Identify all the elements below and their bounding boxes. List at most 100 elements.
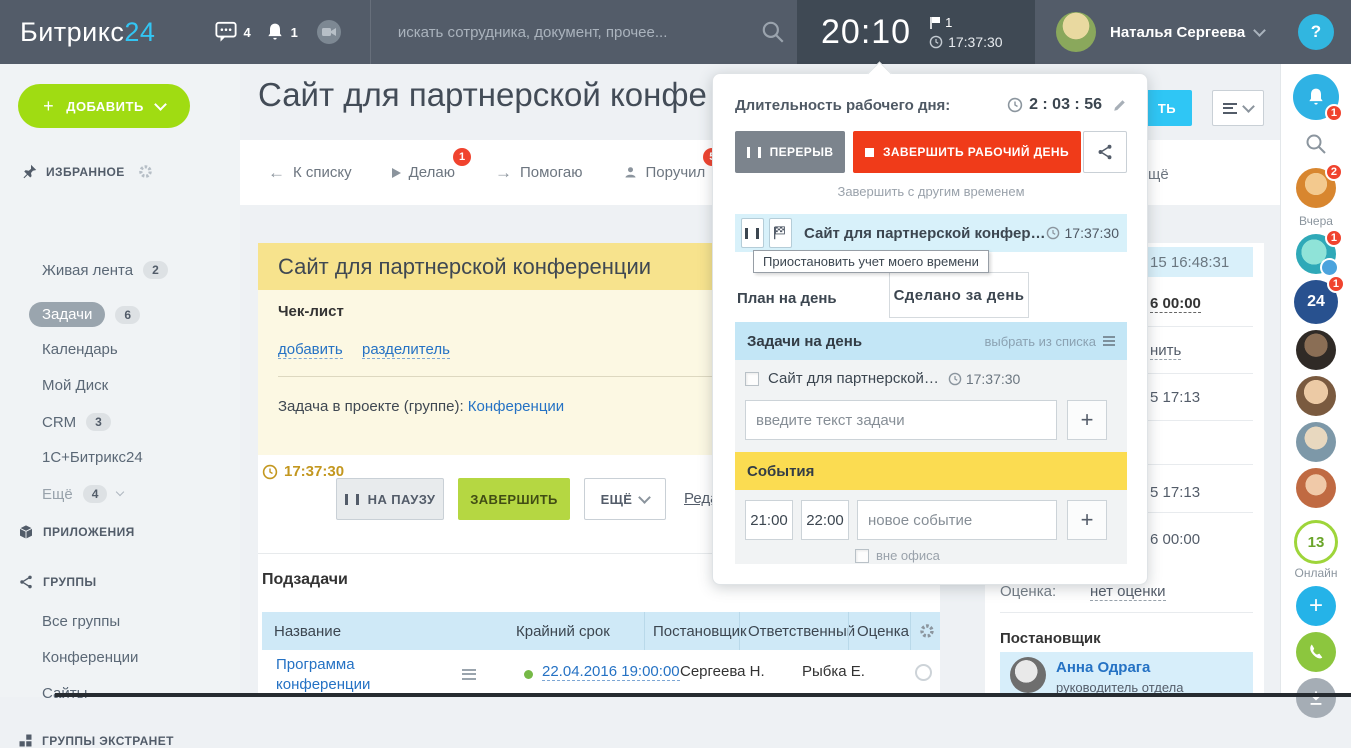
favorites-section-header[interactable]: ИЗБРАННОЕ <box>22 164 153 179</box>
sidebar-item-calendar[interactable]: Календарь <box>42 341 118 358</box>
rail-avatar-3[interactable] <box>1296 330 1336 370</box>
rail-notifications-button[interactable]: 1 <box>1293 74 1339 120</box>
workday-popup: Длительность рабочего дня: 2 : 03 : 56 П… <box>712 73 1148 585</box>
groups-section-header[interactable]: ГРУППЫ <box>18 574 97 590</box>
creator-header: Постановщик <box>1000 630 1101 647</box>
pause-tracking-button[interactable] <box>741 218 764 248</box>
rail-bitrix24-avatar[interactable]: 24 1 <box>1294 280 1338 324</box>
rail-avatar-5[interactable] <box>1296 422 1336 462</box>
day-task-item: Сайт для партнерской… 17:37:30 <box>745 370 1020 387</box>
rail-download-button[interactable] <box>1296 678 1336 718</box>
extranet-section-header[interactable]: ГРУППЫ ЭКСТРАНЕТ <box>18 733 174 748</box>
subtask-name-link[interactable]: Программа конференции <box>276 655 406 695</box>
sidebar-item-live-feed[interactable]: Живая лента2 <box>42 261 168 279</box>
duration-label: Длительность рабочего дня: <box>735 97 950 114</box>
messages-icon[interactable] <box>215 21 237 43</box>
add-day-task-button[interactable]: + <box>1067 400 1107 440</box>
subtask-row[interactable]: Программа конференции 22.04.2016 19:00:0… <box>262 650 940 697</box>
sidebar-item-tasks[interactable]: Задачи6 <box>42 302 140 327</box>
notifications-bell-icon[interactable] <box>265 21 285 43</box>
checklist-add-link[interactable]: добавить <box>278 341 343 359</box>
sidebar-item-more[interactable]: Ещё4 <box>42 485 123 503</box>
sidebar-item-1c-bitrix24[interactable]: 1С+Битрикс24 <box>42 449 143 466</box>
share-button[interactable] <box>1083 131 1127 173</box>
user-avatar[interactable] <box>1056 12 1096 52</box>
col-name: Название <box>274 612 341 650</box>
col-rating: Оценка <box>848 612 909 650</box>
details-fragment-deadline[interactable]: 6 00:00 <box>1150 295 1201 313</box>
event-time-to-input[interactable] <box>801 500 849 540</box>
subtask-rating-radio[interactable] <box>915 664 932 681</box>
tab-plan-for-day[interactable]: План на день <box>737 290 837 307</box>
page-title: Сайт для партнерской конфе <box>258 76 707 114</box>
creator-avatar[interactable] <box>1010 657 1046 693</box>
global-search-input[interactable] <box>396 23 700 42</box>
rail-search-icon[interactable] <box>1304 132 1328 156</box>
subtask-deadline-link[interactable]: 22.04.2016 19:00:00 <box>542 663 680 681</box>
avatar-badge: 1 <box>1327 275 1345 293</box>
rail-avatar-4[interactable] <box>1296 376 1336 416</box>
details-fragment-date3: 6 00:00 <box>1150 531 1200 548</box>
rating-value-link[interactable]: нет оценки <box>1090 583 1166 601</box>
table-gear-icon[interactable] <box>910 612 935 650</box>
apps-section-header[interactable]: ПРИЛОЖЕНИЯ <box>18 524 135 540</box>
new-event-input[interactable] <box>857 500 1057 540</box>
tab-doing[interactable]: Делаю 1 <box>392 164 455 181</box>
tab-back-to-list[interactable]: ← К списку <box>268 163 352 183</box>
forward-arrow-icon: → <box>495 163 512 183</box>
gear-icon[interactable] <box>138 164 153 179</box>
finish-button[interactable]: ЗАВЕРШИТЬ <box>458 478 570 520</box>
pause-button[interactable]: НА ПАУЗУ <box>336 478 444 520</box>
sidebar: + ДОБАВИТЬ ИЗБРАННОЕ Живая лента2 Задачи… <box>0 64 240 697</box>
add-button[interactable]: + ДОБАВИТЬ <box>18 84 190 128</box>
rail-add-button[interactable]: + <box>1296 586 1336 626</box>
task-timer-value: 17:37:30 <box>284 463 344 480</box>
current-task-title[interactable]: Сайт для партнерской конфер… <box>804 225 1046 242</box>
flag-icon <box>929 16 940 29</box>
messages-count: 4 <box>243 25 250 40</box>
out-of-office-checkbox[interactable] <box>855 549 869 563</box>
creator-card: Анна Одрага руководитель отдела <box>1000 652 1253 697</box>
sidebar-item-crm[interactable]: CRM3 <box>42 413 111 431</box>
online-counter[interactable]: 13 <box>1294 520 1338 564</box>
work-time-widget[interactable]: 20:10 1 17:37:30 <box>797 0 1035 64</box>
video-cloud-icon[interactable] <box>316 19 342 45</box>
task-checkbox[interactable] <box>745 372 759 386</box>
current-task-row: Сайт для партнерской конфер… 17:37:30 <box>735 214 1127 252</box>
view-settings-button[interactable] <box>1212 90 1264 126</box>
rail-avatar-2[interactable]: 1 <box>1296 234 1336 274</box>
creator-name-link[interactable]: Анна Одрага <box>1056 659 1150 676</box>
finish-other-time-link[interactable]: Завершить с другим временем <box>735 184 1127 199</box>
drag-handle-icon[interactable] <box>462 666 476 682</box>
edit-duration-pencil-icon[interactable] <box>1112 98 1127 113</box>
tab-helping[interactable]: → Помогаю <box>495 163 583 183</box>
bitrix24-logo[interactable]: Битрикс24 <box>20 17 155 48</box>
download-icon <box>1306 688 1326 708</box>
pick-from-list-link[interactable]: выбрать из списка <box>984 334 1115 349</box>
tab-done-for-day[interactable]: Сделано за день <box>889 272 1029 318</box>
event-time-from-input[interactable] <box>745 500 793 540</box>
project-link[interactable]: Конференции <box>468 398 564 415</box>
search-icon[interactable] <box>760 19 786 45</box>
rail-call-button[interactable] <box>1296 632 1336 672</box>
more-button[interactable]: ЕЩЁ <box>584 478 666 520</box>
sidebar-item-conferences[interactable]: Конференции <box>42 649 138 666</box>
new-task-input[interactable] <box>745 400 1057 440</box>
sidebar-item-all-groups[interactable]: Все группы <box>42 613 120 630</box>
break-button[interactable]: ПЕРЕРЫВ <box>735 131 845 173</box>
current-time: 20:10 <box>821 13 911 52</box>
checklist-divider-link[interactable]: разделитель <box>362 341 450 359</box>
sidebar-item-my-drive[interactable]: Мой Диск <box>42 377 108 394</box>
rail-avatar-6[interactable] <box>1296 468 1336 508</box>
finish-workday-button[interactable]: ЗАВЕРШИТЬ РАБОЧИЙ ДЕНЬ <box>853 131 1081 173</box>
back-arrow-icon: ← <box>268 163 285 183</box>
help-button[interactable]: ? <box>1298 14 1334 50</box>
profile-area[interactable]: Наталья Сергеева <box>1035 0 1280 64</box>
add-event-button[interactable]: + <box>1067 500 1107 540</box>
day-task-title[interactable]: Сайт для партнерской… <box>768 370 939 387</box>
details-fragment-link[interactable]: нить <box>1150 342 1181 360</box>
rail-avatar-1[interactable]: 2 <box>1296 168 1336 208</box>
tab-assigned[interactable]: Поручил 5 <box>623 164 706 181</box>
details-fragment-date2: 5 17:13 <box>1150 484 1200 501</box>
finish-task-flag-button[interactable] <box>769 218 792 248</box>
